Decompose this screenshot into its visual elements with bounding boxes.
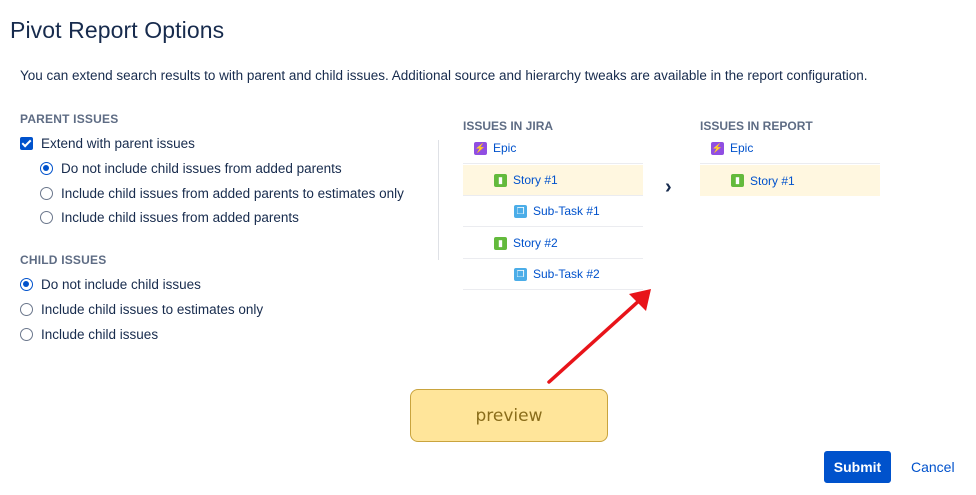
issue-link[interactable]: Epic	[730, 141, 753, 155]
jira-story-2-row: ▮ Story #2	[463, 228, 643, 259]
parent-option-2[interactable]: Include child issues from added parents …	[40, 186, 404, 201]
radio-selected-icon[interactable]	[20, 278, 33, 291]
issues-in-report-heading: ISSUES IN REPORT	[700, 119, 813, 133]
subtask-icon: ❐	[514, 204, 527, 218]
extend-parent-label: Extend with parent issues	[41, 136, 195, 151]
issue-link[interactable]: Story #1	[513, 173, 558, 187]
issue-link[interactable]: Sub-Task #1	[533, 204, 600, 218]
radio-icon[interactable]	[20, 328, 33, 341]
jira-subtask-2-row: ❐ Sub-Task #2	[463, 259, 643, 290]
radio-icon[interactable]	[20, 303, 33, 316]
intro-text: You can extend search results to with pa…	[20, 68, 868, 83]
bookmark-icon: ▮	[494, 236, 507, 250]
issue-link[interactable]: Epic	[493, 141, 516, 155]
report-story-1-row: ▮ Story #1	[700, 165, 880, 196]
submit-button[interactable]: Submit	[824, 451, 891, 483]
radio-icon[interactable]	[40, 187, 53, 200]
radio-icon[interactable]	[40, 211, 53, 224]
report-epic-row: ⚡ Epic	[700, 133, 880, 164]
child-option-2[interactable]: Include child issues to estimates only	[20, 302, 263, 317]
jira-epic-row: ⚡ Epic	[463, 133, 643, 164]
checkbox-checked-icon[interactable]	[20, 137, 33, 150]
bookmark-icon: ▮	[731, 174, 744, 187]
subtask-icon: ❐	[514, 267, 527, 281]
issues-in-jira-heading: ISSUES IN JIRA	[463, 119, 554, 133]
page-title: Pivot Report Options	[10, 17, 225, 43]
jira-story-1-row: ▮ Story #1	[463, 165, 643, 196]
child-option-label: Include child issues	[41, 327, 159, 342]
preview-callout: preview	[410, 389, 608, 442]
arrow-head	[629, 289, 651, 311]
radio-selected-icon[interactable]	[40, 162, 53, 175]
extend-parent-checkbox[interactable]: Extend with parent issues	[20, 136, 195, 151]
child-option-label: Do not include child issues	[41, 277, 201, 292]
child-option-1[interactable]: Do not include child issues	[20, 277, 201, 292]
lightning-icon: ⚡	[711, 141, 724, 155]
parent-issues-heading: PARENT ISSUES	[20, 112, 119, 126]
arrow-shaft	[547, 297, 643, 384]
cancel-button[interactable]: Cancel	[911, 459, 955, 475]
issue-link[interactable]: Story #1	[750, 174, 795, 188]
parent-option-label: Do not include child issues from added p…	[61, 161, 342, 176]
issue-link[interactable]: Sub-Task #2	[533, 267, 600, 281]
child-issues-heading: CHILD ISSUES	[20, 253, 107, 267]
chevron-right-icon: ›	[665, 176, 672, 198]
parent-option-label: Include child issues from added parents	[61, 210, 299, 225]
child-option-3[interactable]: Include child issues	[20, 327, 158, 342]
parent-option-label: Include child issues from added parents …	[61, 186, 404, 201]
issue-link[interactable]: Story #2	[513, 236, 558, 250]
vertical-divider	[438, 140, 439, 260]
child-option-label: Include child issues to estimates only	[41, 302, 264, 317]
parent-option-1[interactable]: Do not include child issues from added p…	[40, 161, 342, 176]
jira-subtask-1-row: ❐ Sub-Task #1	[463, 196, 643, 227]
parent-option-3[interactable]: Include child issues from added parents	[40, 210, 299, 225]
bookmark-icon: ▮	[494, 173, 507, 187]
lightning-icon: ⚡	[474, 141, 487, 155]
